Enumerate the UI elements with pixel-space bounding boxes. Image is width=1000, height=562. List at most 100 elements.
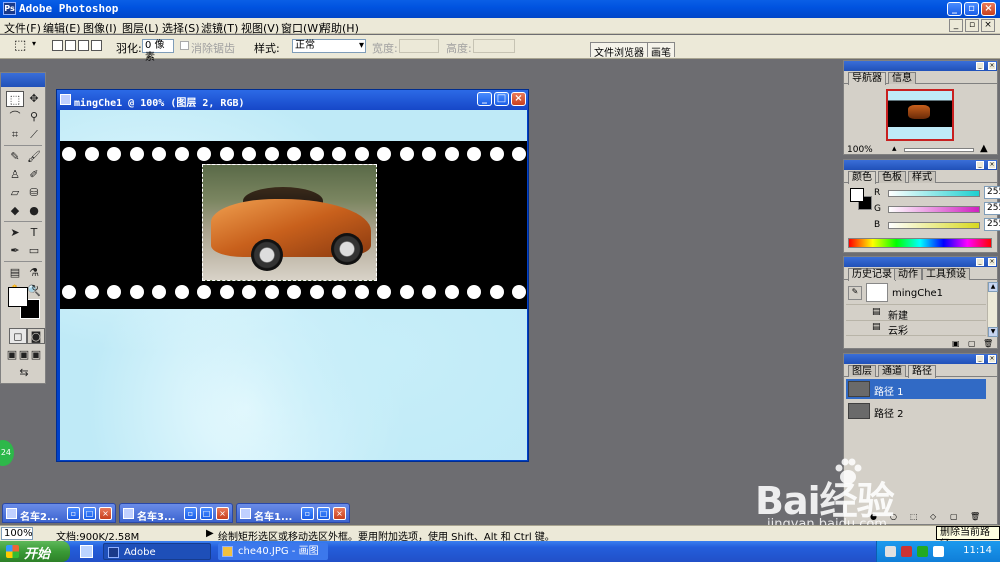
- marquee-tool-icon[interactable]: ⬚: [14, 38, 26, 53]
- task-photoshop[interactable]: Adobe Photoshop: [103, 543, 211, 560]
- pen-tool-icon[interactable]: ✒: [6, 243, 24, 259]
- palette-header[interactable]: _ ×: [844, 160, 997, 170]
- channel-slider[interactable]: [888, 222, 980, 229]
- screen-mode-menubar-icon[interactable]: ▣: [18, 347, 30, 363]
- clone-stamp-tool-icon[interactable]: ♙: [6, 167, 24, 183]
- tool-preset-dropdown-icon[interactable]: ▾: [32, 39, 36, 48]
- screen-mode-standard-icon[interactable]: ▣: [6, 347, 18, 363]
- standard-mode-icon[interactable]: ◻: [9, 328, 27, 344]
- palette-close-icon[interactable]: ×: [988, 62, 996, 70]
- zoom-slider[interactable]: [904, 148, 974, 152]
- menu-layer[interactable]: 图层(L): [122, 20, 159, 36]
- menu-select[interactable]: 选择(S): [162, 20, 200, 36]
- restore-icon[interactable]: ▫: [301, 507, 314, 520]
- history-snapshot[interactable]: ✎ mingChe1: [846, 282, 986, 305]
- doc-minimize-button[interactable]: _: [949, 19, 963, 32]
- security-icon[interactable]: [901, 546, 912, 557]
- channel-value-input[interactable]: 255: [984, 218, 1000, 231]
- zoom-out-icon[interactable]: ▴: [892, 144, 897, 154]
- scroll-down-icon[interactable]: ▼: [988, 327, 998, 337]
- palette-header[interactable]: _ ×: [844, 257, 997, 267]
- history-brush-tool-icon[interactable]: ✐: [25, 167, 43, 183]
- close-icon[interactable]: ×: [99, 507, 112, 520]
- doc-close-button[interactable]: ×: [981, 19, 995, 32]
- brush-source-icon[interactable]: ✎: [848, 286, 862, 300]
- rect-marquee-tool-icon[interactable]: ⬚: [6, 91, 24, 107]
- width-input[interactable]: [399, 39, 439, 53]
- tab-paths[interactable]: 路径: [908, 365, 936, 378]
- volume-icon[interactable]: [885, 546, 896, 557]
- restore-icon[interactable]: ▫: [184, 507, 197, 520]
- trash-icon[interactable]: 🗑: [983, 339, 993, 348]
- doc-restore-button[interactable]: ▫: [965, 19, 979, 32]
- close-icon[interactable]: ×: [216, 507, 229, 520]
- notes-tool-icon[interactable]: ▤: [6, 265, 24, 281]
- quickmask-mode-icon[interactable]: ◙: [27, 328, 45, 344]
- palette-minimize-icon[interactable]: _: [976, 161, 984, 169]
- move-tool-icon[interactable]: ✥: [25, 91, 43, 107]
- height-input[interactable]: [473, 39, 515, 53]
- healing-brush-tool-icon[interactable]: ✎: [6, 149, 24, 165]
- menu-window[interactable]: 窗口(W): [281, 20, 322, 36]
- palette-header[interactable]: _ ×: [844, 354, 997, 364]
- new-snapshot-icon[interactable]: ▣: [952, 339, 960, 348]
- jump-to-imageready-icon[interactable]: ⇆: [9, 365, 39, 381]
- new-document-icon[interactable]: ▢: [968, 339, 976, 348]
- add-selection-icon[interactable]: [65, 40, 76, 51]
- restore-button[interactable]: ▫: [964, 2, 979, 16]
- blur-tool-icon[interactable]: ◆: [6, 203, 24, 219]
- im-icon[interactable]: [933, 546, 944, 557]
- car-photo-selection[interactable]: [202, 164, 377, 281]
- color-spectrum-ramp[interactable]: [848, 238, 992, 248]
- menu-filter[interactable]: 滤镜(T): [201, 20, 238, 36]
- tab-swatches[interactable]: 色板: [878, 171, 906, 183]
- shape-tool-icon[interactable]: ▭: [25, 243, 43, 259]
- tab-navigator[interactable]: 导航器: [848, 72, 886, 85]
- palette-header[interactable]: _ ×: [844, 61, 997, 71]
- tab-channels[interactable]: 通道: [878, 365, 906, 377]
- zoom-in-icon[interactable]: ▲: [980, 143, 988, 154]
- screen-mode-full-icon[interactable]: ▣: [30, 347, 42, 363]
- type-tool-icon[interactable]: T: [25, 225, 43, 241]
- maximize-icon[interactable]: □: [317, 507, 330, 520]
- palette-minimize-icon[interactable]: _: [976, 258, 984, 266]
- menu-file[interactable]: 文件(F): [4, 20, 41, 36]
- document-minimize-button[interactable]: _: [477, 92, 492, 106]
- minimized-window-3[interactable]: 名车1... ▫ □ ×: [236, 503, 350, 523]
- palette-close-icon[interactable]: ×: [988, 161, 996, 169]
- show-desktop-icon[interactable]: [80, 545, 93, 558]
- path-row-1[interactable]: 路径 1: [846, 379, 986, 399]
- minimize-button[interactable]: _: [947, 2, 962, 16]
- status-arrow-icon[interactable]: ▶: [206, 528, 214, 539]
- dodge-tool-icon[interactable]: ●: [25, 203, 43, 219]
- tab-color[interactable]: 颜色: [848, 171, 876, 184]
- channel-slider[interactable]: [888, 190, 980, 197]
- eraser-tool-icon[interactable]: ▱: [6, 185, 24, 201]
- menu-image[interactable]: 图像(I): [83, 20, 117, 36]
- task-paint[interactable]: che40.JPG - 画图: [218, 543, 328, 560]
- document-maximize-button[interactable]: □: [494, 92, 509, 106]
- brush-tool-icon[interactable]: 🖌: [25, 149, 43, 165]
- slice-tool-icon[interactable]: ⟋: [25, 127, 43, 143]
- eyedropper-tool-icon[interactable]: ⚗: [25, 265, 43, 281]
- tab-actions[interactable]: 动作: [894, 268, 922, 280]
- antialias-checkbox[interactable]: [180, 41, 189, 50]
- close-icon[interactable]: ×: [333, 507, 346, 520]
- document-close-button[interactable]: ×: [511, 92, 526, 106]
- palette-minimize-icon[interactable]: _: [976, 62, 984, 70]
- tab-history[interactable]: 历史记录: [848, 268, 896, 281]
- channel-value-input[interactable]: 255: [984, 202, 1000, 215]
- status-zoom-field[interactable]: 100%: [1, 527, 33, 540]
- clock[interactable]: 11:14: [963, 545, 992, 556]
- tab-styles[interactable]: 样式: [908, 171, 936, 183]
- magic-wand-tool-icon[interactable]: ⚲: [25, 109, 43, 125]
- history-scrollbar[interactable]: ▲ ▼: [987, 282, 998, 337]
- tab-layers[interactable]: 图层: [848, 365, 876, 377]
- subtract-selection-icon[interactable]: [78, 40, 89, 51]
- palette-close-icon[interactable]: ×: [988, 355, 996, 363]
- channel-value-input[interactable]: 255: [984, 186, 1000, 199]
- maximize-icon[interactable]: □: [83, 507, 96, 520]
- fg-color-swatch[interactable]: [850, 188, 864, 202]
- tab-brushes[interactable]: 画笔: [647, 42, 675, 59]
- minimized-window-2[interactable]: 名车3... ▫ □ ×: [119, 503, 233, 523]
